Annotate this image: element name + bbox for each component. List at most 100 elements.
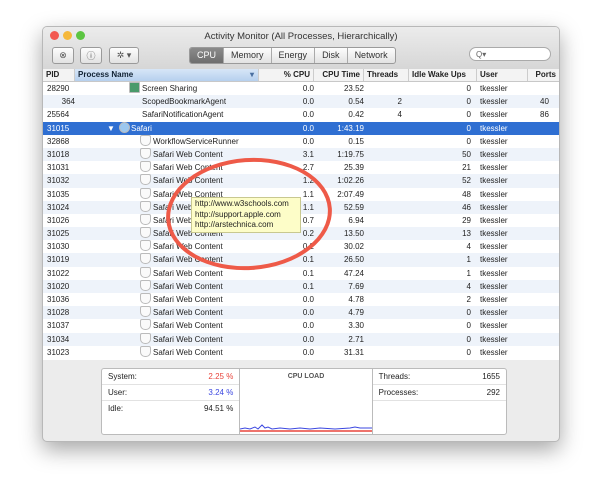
cell-ports: 86: [540, 110, 549, 120]
disclosure-triangle-icon[interactable]: ▼: [107, 122, 115, 135]
cell-user: tkessler: [480, 255, 508, 265]
table-row[interactable]: 31015 Safari 0.0 1:43.19 0 tkessler ▼: [43, 121, 559, 135]
cell-time: 26.50: [343, 255, 364, 265]
system-value: 2.25 %: [208, 372, 234, 381]
cell-pid: 25564: [47, 110, 70, 120]
cell-threads: 4: [397, 110, 402, 120]
table-row[interactable]: 31034 Safari Web Content 0.0 2.71 0 tkessler: [43, 332, 559, 346]
cell-time: 0.15: [348, 136, 364, 146]
cell-time: 4.79: [348, 308, 364, 318]
process-shield-icon: [140, 174, 151, 186]
table-row[interactable]: 31028 Safari Web Content 0.0 4.79 0 tkessler: [43, 306, 559, 320]
tab-energy[interactable]: Energy: [272, 48, 316, 63]
cell-user: tkessler: [480, 110, 508, 120]
cell-cpu: 0.1: [302, 281, 314, 291]
cell-name: Safari Web Content: [153, 308, 223, 318]
cell-pid: 32868: [47, 136, 70, 146]
processes-label: Processes:: [378, 388, 419, 397]
title-bar: Activity Monitor (All Processes, Hierarc…: [43, 27, 559, 70]
tab-network[interactable]: Network: [348, 48, 395, 63]
process-shield-icon: [140, 187, 151, 199]
cell-user: tkessler: [480, 149, 508, 159]
cpu-load-graph: CPU LOAD: [240, 369, 373, 434]
cell-name: Safari Web Content: [153, 334, 223, 344]
cell-user: tkessler: [480, 334, 508, 344]
process-shield-icon: [140, 253, 151, 265]
info-button[interactable]: ⓘ: [80, 47, 102, 64]
process-shield-icon: [140, 200, 151, 212]
cell-name: Safari Web Content: [153, 149, 223, 159]
column-idle-wake-ups[interactable]: Idle Wake Ups: [409, 69, 477, 81]
table-row[interactable]: 28290 Screen Sharing 0.0 23.52 0 tkessler: [43, 82, 559, 95]
cell-time: 47.24: [343, 268, 364, 278]
cell-user: tkessler: [480, 242, 508, 252]
idle-label: Idle:: [108, 404, 124, 413]
table-row[interactable]: 31037 Safari Web Content 0.0 3.30 0 tkessler: [43, 319, 559, 332]
cpu-load-title: CPU LOAD: [287, 373, 325, 380]
cell-user: tkessler: [480, 308, 508, 318]
column-cpu-time[interactable]: CPU Time: [314, 69, 364, 81]
process-shield-icon: [140, 227, 151, 239]
cell-wake: 0: [466, 97, 471, 107]
cell-pid: 31022: [47, 268, 70, 278]
process-shield-icon: [140, 306, 151, 318]
tab-memory[interactable]: Memory: [224, 48, 272, 63]
table-row[interactable]: 31018 Safari Web Content 3.1 1:19.75 50 tkess…: [43, 147, 559, 162]
column-threads[interactable]: Threads: [364, 69, 409, 81]
system-label: System:: [108, 372, 137, 381]
cell-wake: 0: [466, 334, 471, 344]
cell-time: 1:43.19: [337, 123, 364, 133]
column-cpu[interactable]: % CPU: [259, 69, 314, 81]
cell-cpu: 0.0: [302, 347, 314, 357]
table-row[interactable]: 364 ScopedBookmarkAgent 0.0 0.54 2 0 tkessler 4…: [43, 95, 559, 109]
cell-wake: 0: [466, 110, 471, 120]
cell-user: tkessler: [480, 189, 508, 199]
cell-cpu: 0.0: [302, 123, 314, 133]
cell-wake: 13: [462, 229, 471, 239]
column-user[interactable]: User: [477, 69, 528, 81]
table-row[interactable]: 31020 Safari Web Content 0.1 7.69 4 tkessler: [43, 279, 559, 293]
cell-ports: 40: [540, 97, 549, 107]
cell-name: Safari Web Content: [153, 268, 223, 278]
user-value: 3.24 %: [208, 388, 234, 397]
cell-pid: 31031: [47, 163, 70, 173]
tab-disk[interactable]: Disk: [315, 48, 348, 63]
stop-process-icon: ⊗: [59, 50, 67, 60]
cell-pid: 364: [61, 97, 75, 107]
cell-user: tkessler: [480, 176, 508, 186]
column-label: Process Name: [78, 70, 134, 79]
table-row[interactable]: 31022 Safari Web Content 0.1 47.24 1 tkessler: [43, 266, 559, 280]
action-menu-button[interactable]: ✲ ▾: [109, 47, 139, 64]
search-input[interactable]: Q▾: [469, 47, 551, 61]
process-shield-icon: [140, 332, 151, 344]
cell-wake: 29: [462, 215, 471, 225]
table-row[interactable]: 31036 Safari Web Content 0.0 4.78 2 tkessler: [43, 293, 559, 306]
cell-wake: 0: [466, 84, 471, 93]
cell-time: 7.69: [348, 281, 364, 291]
cell-time: 1:19.75: [337, 149, 364, 159]
column-process-name[interactable]: Process Name ▾: [75, 69, 259, 81]
process-shield-icon: [140, 161, 151, 173]
cell-cpu: 0.0: [302, 334, 314, 344]
cell-pid: 31024: [47, 202, 70, 212]
cell-wake: 46: [462, 202, 471, 212]
tab-cpu[interactable]: CPU: [190, 48, 225, 63]
cell-wake: 0: [466, 347, 471, 357]
cell-user: tkessler: [480, 84, 508, 93]
cell-wake: 0: [466, 123, 471, 133]
stop-process-button[interactable]: ⊗: [52, 47, 74, 64]
table-row[interactable]: 31023 Safari Web Content 0.0 31.31 0 tkessler: [43, 345, 559, 359]
cell-user: tkessler: [480, 268, 508, 278]
cell-time: 0.42: [348, 110, 364, 120]
cell-time: 2.71: [348, 334, 364, 344]
column-pid[interactable]: PID: [43, 69, 75, 81]
cell-name: Screen Sharing: [142, 84, 198, 93]
column-ports[interactable]: Ports: [528, 69, 559, 81]
cell-pid: 31037: [47, 321, 70, 331]
table-header: PID Process Name ▾ % CPU CPU Time Threads…: [43, 69, 559, 82]
table-row[interactable]: 32868 WorkflowServiceRunner 0.0 0.15 0 tkessl…: [43, 134, 559, 148]
cell-wake: 4: [466, 281, 471, 291]
safari-icon: [119, 121, 130, 133]
table-row[interactable]: 25564 SafariNotificationAgent 0.0 0.42 4 0 tke…: [43, 108, 559, 121]
cell-wake: 4: [466, 242, 471, 252]
